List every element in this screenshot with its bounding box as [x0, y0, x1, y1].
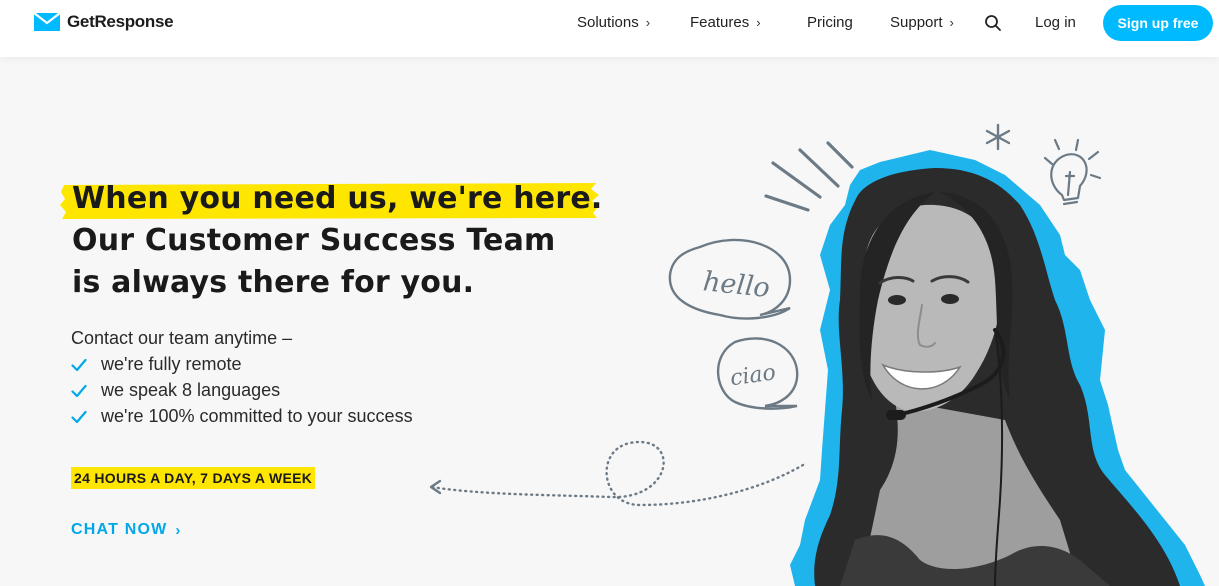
logo-envelope-icon	[33, 12, 61, 31]
asterisk-icon	[985, 123, 1011, 151]
login-link[interactable]: Log in	[1035, 14, 1076, 31]
site-header: GetResponse Solutions › Features › Prici…	[0, 0, 1219, 57]
hello-speech-bubble: hello	[668, 238, 792, 320]
hello-text: hello	[702, 266, 772, 304]
nav-pricing-label: Pricing	[807, 14, 853, 31]
search-icon[interactable]	[984, 14, 1002, 32]
ciao-text: ciao	[729, 360, 778, 391]
dotted-arrow-path	[430, 440, 805, 507]
signup-button[interactable]: Sign up free	[1103, 5, 1213, 41]
nav-features-label: Features	[690, 14, 750, 31]
nav-solutions-label: Solutions	[577, 14, 639, 31]
chevron-right-icon: ›	[645, 15, 651, 30]
nav-features[interactable]: Features ›	[690, 14, 761, 31]
nav-solutions[interactable]: Solutions ›	[577, 14, 650, 31]
lightbulb-icon	[1043, 138, 1102, 206]
nav-support-label: Support	[890, 14, 943, 31]
ciao-speech-bubble: ciao	[716, 337, 799, 410]
chevron-right-icon: ›	[949, 15, 954, 30]
chevron-right-icon: ›	[756, 15, 761, 30]
brand-logo[interactable]: GetResponse	[33, 12, 174, 32]
nav-support[interactable]: Support ›	[890, 14, 954, 31]
nav-pricing[interactable]: Pricing	[807, 14, 853, 31]
hero-illustration: hello ciao	[429, 123, 1205, 586]
motion-lines	[764, 141, 854, 212]
brand-name: GetResponse	[67, 12, 174, 31]
portrait-photo	[814, 168, 1180, 586]
